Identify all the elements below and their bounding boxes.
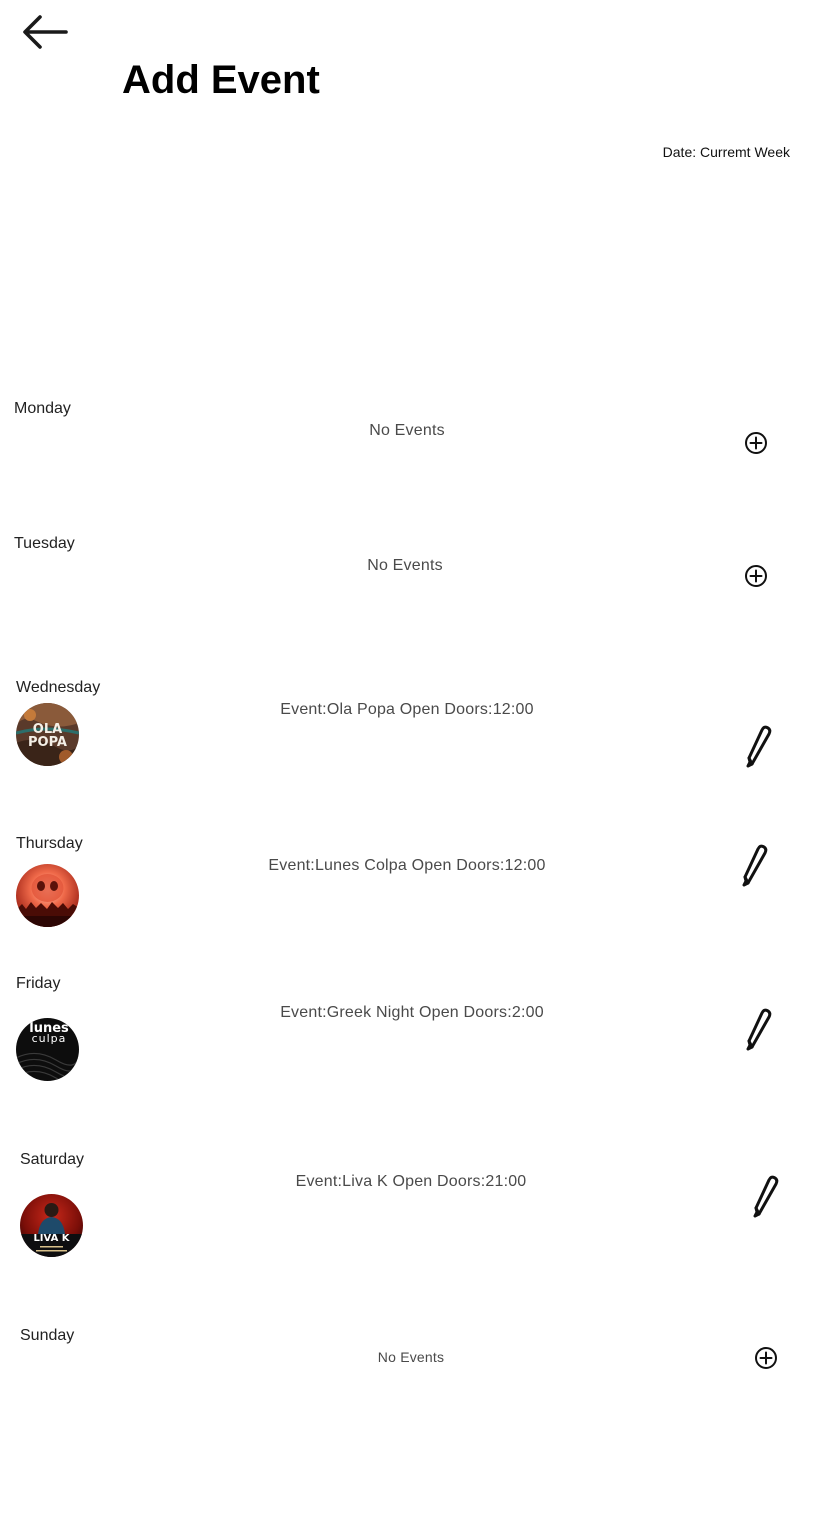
add-circle-icon (744, 431, 768, 455)
event-thumbnail[interactable]: OLA POPA (16, 703, 79, 766)
day-label: Wednesday (16, 679, 101, 696)
add-event-button[interactable] (744, 431, 768, 455)
event-info: Event:Greek Night Open Doors:2:00 (280, 1004, 544, 1021)
add-event-button[interactable] (744, 564, 768, 588)
event-info: No Events (377, 1349, 445, 1365)
day-label: Monday (14, 400, 71, 417)
back-button[interactable] (18, 12, 74, 56)
edit-event-button[interactable] (740, 1005, 774, 1051)
edit-event-button[interactable] (740, 722, 774, 768)
add-circle-icon (744, 564, 768, 588)
add-circle-icon (754, 1346, 778, 1370)
thumb-title: LIVA K (33, 1233, 70, 1244)
thumb-subtitle: culpa (32, 1032, 67, 1045)
page-title: Add Event (122, 58, 320, 102)
svg-text:POPA: POPA (28, 735, 67, 750)
pencil-icon (736, 841, 770, 887)
day-label: Friday (16, 975, 61, 992)
day-label: Thursday (16, 835, 83, 852)
event-thumbnail[interactable]: LIVA K (20, 1194, 83, 1257)
event-info: No Events (367, 557, 443, 574)
day-label: Sunday (20, 1327, 75, 1344)
edit-event-button[interactable] (736, 841, 770, 887)
date-label: Date: Curremt Week (662, 144, 790, 160)
day-label: Tuesday (14, 535, 75, 552)
event-info: No Events (369, 422, 445, 439)
arrow-left-icon (18, 12, 74, 56)
event-info: Event:Lunes Colpa Open Doors:12:00 (268, 857, 546, 874)
pencil-icon (740, 722, 774, 768)
day-label: Saturday (20, 1151, 85, 1168)
add-event-button[interactable] (754, 1346, 778, 1370)
event-info: Event:Liva K Open Doors:21:00 (295, 1173, 527, 1190)
event-info: Event:Ola Popa Open Doors:12:00 (280, 701, 534, 718)
pencil-icon (747, 1172, 781, 1218)
event-thumbnail[interactable] (16, 864, 79, 927)
pencil-icon (740, 1005, 774, 1051)
edit-event-button[interactable] (747, 1172, 781, 1218)
event-thumbnail[interactable]: lunes culpa (16, 1018, 79, 1081)
